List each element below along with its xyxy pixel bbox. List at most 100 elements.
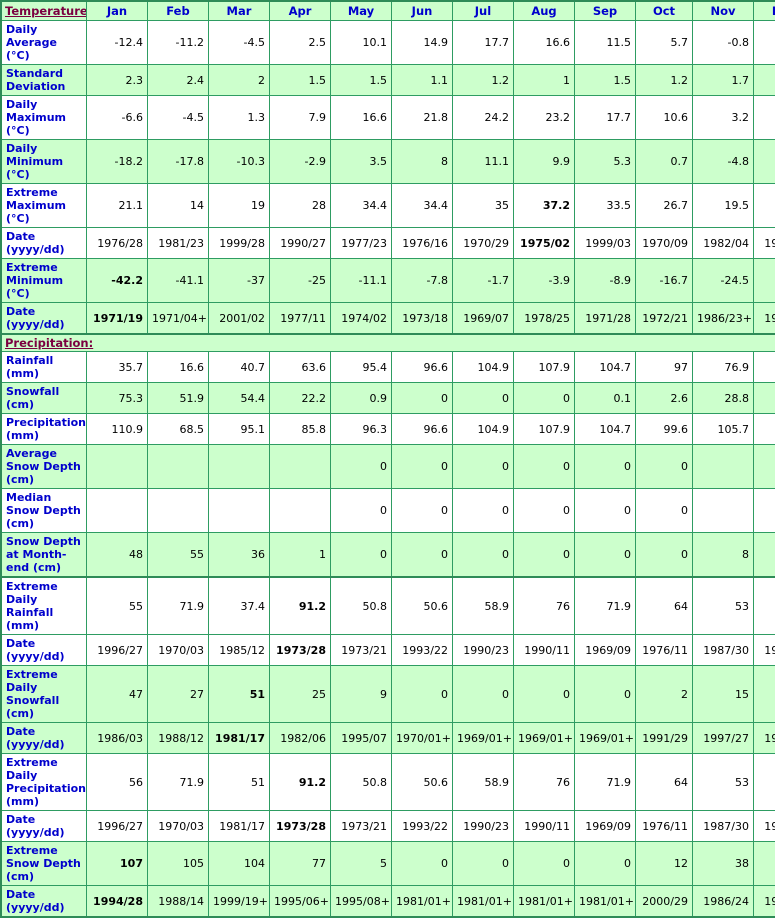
cell-jun: 1993/22 (392, 635, 453, 666)
row-label: Date (yyyy/dd) (1, 886, 87, 918)
cell-nov: 1986/23+ (693, 303, 754, 335)
cell-aug: 1978/25 (514, 303, 575, 335)
cell-aug: 37.2 (514, 184, 575, 228)
cell-nov: 8 (693, 533, 754, 578)
cell-jul: 0 (453, 489, 514, 533)
cell-sep: 17.7 (575, 96, 636, 140)
cell-jul: 0 (453, 533, 514, 578)
cell-jan: 1986/03 (87, 723, 148, 754)
cell-feb: 71.9 (148, 577, 209, 635)
cell-jul: 1.2 (453, 65, 514, 96)
table-row: Extreme Daily Snowfall (cm)4727512590000… (1, 666, 775, 723)
row-label: Extreme Maximum (°C) (1, 184, 87, 228)
table-row: Date (yyyy/dd)1971/191971/04+2001/021977… (1, 303, 775, 335)
cell-dec: 114.7 (754, 414, 775, 445)
cell-dec: 1997/30 (754, 886, 775, 918)
cell-feb: 105 (148, 842, 209, 886)
cell-oct: 1970/09 (636, 228, 693, 259)
cell-jul: 24.2 (453, 96, 514, 140)
cell-nov: 53 (693, 577, 754, 635)
cell-oct: 26.7 (636, 184, 693, 228)
cell-dec: 75 (754, 842, 775, 886)
cell-nov (693, 489, 754, 533)
row-label: Date (yyyy/dd) (1, 635, 87, 666)
cell-jul: 0 (453, 842, 514, 886)
cell-feb: 1971/04+ (148, 303, 209, 335)
cell-apr: 1982/06 (270, 723, 331, 754)
row-label: Average Snow Depth (cm) (1, 445, 87, 489)
cell-jun: 0 (392, 383, 453, 414)
cell-mar: 40.7 (209, 352, 270, 383)
column-header-may: May (331, 1, 392, 21)
cell-nov: 105.7 (693, 414, 754, 445)
cell-mar: 36 (209, 533, 270, 578)
cell-feb: -11.2 (148, 21, 209, 65)
cell-sep: 1.5 (575, 65, 636, 96)
cell-may: -11.1 (331, 259, 392, 303)
cell-oct: 0 (636, 533, 693, 578)
cell-jun: 1976/16 (392, 228, 453, 259)
cell-sep: 1969/01+ (575, 723, 636, 754)
table-row: Extreme Snow Depth (cm)10710510477500001… (1, 842, 775, 886)
row-label: Snow Depth at Month-end (cm) (1, 533, 87, 578)
cell-may: 0 (331, 489, 392, 533)
cell-jan: 2.3 (87, 65, 148, 96)
cell-apr (270, 445, 331, 489)
cell-feb: -4.5 (148, 96, 209, 140)
cell-oct: 10.6 (636, 96, 693, 140)
cell-jan: 75.3 (87, 383, 148, 414)
cell-oct: 1976/11 (636, 811, 693, 842)
cell-jan (87, 445, 148, 489)
cell-jan: 1976/28 (87, 228, 148, 259)
cell-may: 1995/07 (331, 723, 392, 754)
cell-feb: 1970/03 (148, 635, 209, 666)
cell-sep: 0 (575, 489, 636, 533)
cell-nov: 76.9 (693, 352, 754, 383)
cell-jan: 56 (87, 754, 148, 811)
cell-jun: 50.6 (392, 754, 453, 811)
table-row: Date (yyyy/dd)1986/031988/121981/171982/… (1, 723, 775, 754)
row-label: Rainfall (mm) (1, 352, 87, 383)
cell-oct: 1972/21 (636, 303, 693, 335)
cell-may: 0 (331, 445, 392, 489)
cell-oct: 0 (636, 445, 693, 489)
cell-aug: 0 (514, 489, 575, 533)
cell-sep: 1969/09 (575, 635, 636, 666)
cell-jun: 96.6 (392, 414, 453, 445)
column-header-oct: Oct (636, 1, 693, 21)
cell-jan: 1994/28 (87, 886, 148, 918)
table-row: Extreme Minimum (°C)-42.2-41.1-37-25-11.… (1, 259, 775, 303)
cell-dec: -3.8 (754, 96, 775, 140)
cell-sep: -8.9 (575, 259, 636, 303)
cell-aug: 1969/01+ (514, 723, 575, 754)
cell-mar: 1981/17 (209, 811, 270, 842)
cell-dec: 1976/27 (754, 635, 775, 666)
cell-jul: 104.9 (453, 414, 514, 445)
cell-apr: 1.5 (270, 65, 331, 96)
cell-may: 10.1 (331, 21, 392, 65)
row-label: Daily Maximum (°C) (1, 96, 87, 140)
cell-sep: 0.1 (575, 383, 636, 414)
cell-may: 1973/21 (331, 635, 392, 666)
climate-data-table: Temperature:JanFebMarAprMayJunJulAugSepO… (0, 0, 775, 918)
cell-jan (87, 489, 148, 533)
cell-mar: 1999/28 (209, 228, 270, 259)
cell-nov: 1.7 (693, 65, 754, 96)
cell-sep: 0 (575, 842, 636, 886)
table-row: Snow Depth at Month-end (cm)485536100000… (1, 533, 775, 578)
cell-feb: 1988/14 (148, 886, 209, 918)
column-header-jun: Jun (392, 1, 453, 21)
cell-aug: 1 (514, 65, 575, 96)
cell-apr: -2.9 (270, 140, 331, 184)
row-label: Daily Average (°C) (1, 21, 87, 65)
cell-may: 3.5 (331, 140, 392, 184)
cell-dec: 1973/21 (754, 228, 775, 259)
section-header-row: Precipitation: (1, 334, 775, 352)
cell-apr: 1 (270, 533, 331, 578)
cell-oct: 1991/29 (636, 723, 693, 754)
cell-jun: -7.8 (392, 259, 453, 303)
cell-feb: -17.8 (148, 140, 209, 184)
cell-may: 50.8 (331, 754, 392, 811)
cell-nov (693, 445, 754, 489)
cell-apr: 77 (270, 842, 331, 886)
